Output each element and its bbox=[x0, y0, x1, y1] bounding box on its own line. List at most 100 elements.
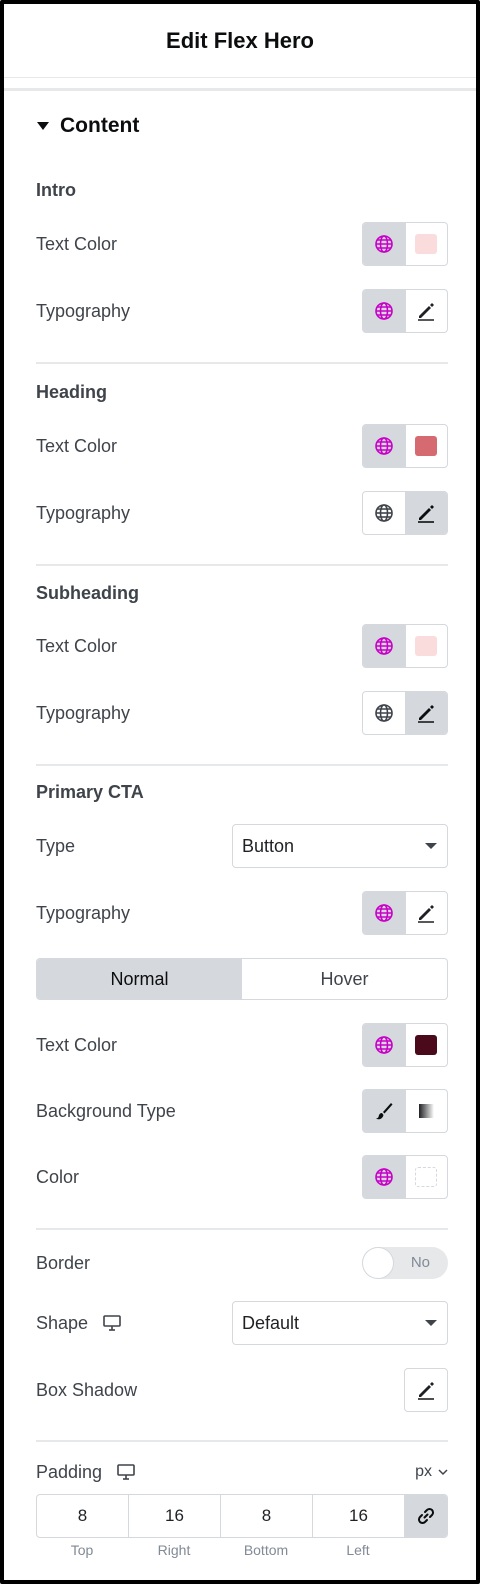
border-toggle[interactable]: No bbox=[362, 1247, 448, 1279]
cta-type-row: Type Button bbox=[36, 824, 448, 868]
padding-top-input[interactable]: 8 bbox=[37, 1495, 129, 1537]
subheading-typography-control bbox=[362, 691, 448, 735]
tab-hover[interactable]: Hover bbox=[242, 959, 447, 999]
intro-text-color-row: Text Color bbox=[36, 222, 448, 266]
unit-select[interactable]: px bbox=[415, 1463, 448, 1481]
intro-typography-control bbox=[362, 289, 448, 333]
cta-color-label: Color bbox=[36, 1166, 80, 1187]
intro-typography-row: Typography bbox=[36, 289, 448, 333]
color-swatch-button[interactable] bbox=[404, 1156, 448, 1198]
cta-typography-row: Typography bbox=[36, 891, 448, 935]
gradient-icon[interactable] bbox=[404, 1090, 448, 1132]
shape-label-group: Shape bbox=[36, 1313, 122, 1334]
padding-left-input[interactable]: 16 bbox=[313, 1495, 405, 1537]
globe-icon[interactable] bbox=[363, 425, 405, 467]
desktop-icon[interactable] bbox=[116, 1463, 136, 1481]
cta-color-row: Color bbox=[36, 1155, 448, 1199]
box-shadow-label: Box Shadow bbox=[36, 1379, 138, 1400]
cta-text-color-label: Text Color bbox=[36, 1034, 118, 1055]
globe-icon[interactable] bbox=[363, 892, 405, 934]
color-swatch bbox=[415, 234, 438, 254]
color-swatch-button[interactable] bbox=[404, 1024, 448, 1066]
globe-icon[interactable] bbox=[363, 1156, 405, 1198]
padding-label-group: Padding bbox=[36, 1462, 136, 1483]
heading-typography-label: Typography bbox=[36, 502, 131, 523]
heading-heading: Heading bbox=[36, 382, 108, 402]
color-swatch-button[interactable] bbox=[404, 425, 448, 467]
padding-row: Padding px bbox=[36, 1451, 448, 1493]
edit-pencil-icon[interactable] bbox=[404, 692, 447, 734]
background-type-row: Background Type bbox=[36, 1089, 448, 1133]
globe-icon[interactable] bbox=[363, 290, 405, 332]
chevron-down-icon bbox=[438, 1469, 448, 1476]
cta-text-color-control bbox=[362, 1023, 448, 1067]
shape-label: Shape bbox=[36, 1312, 89, 1333]
subheading-text-color-control bbox=[362, 624, 448, 668]
subheading-heading: Subheading bbox=[36, 583, 139, 603]
heading-text-color-label: Text Color bbox=[36, 435, 118, 456]
tab-normal[interactable]: Normal bbox=[37, 959, 242, 999]
cta-type-label: Type bbox=[36, 835, 76, 856]
primary-cta-heading: Primary CTA bbox=[36, 782, 144, 802]
cta-typography-control bbox=[362, 891, 448, 935]
intro-heading: Intro bbox=[36, 180, 76, 200]
intro-typography-label: Typography bbox=[36, 300, 131, 321]
heading-typography-control bbox=[362, 491, 448, 535]
panel-header: Edit Flex Hero bbox=[4, 4, 476, 78]
header-divider bbox=[4, 88, 476, 91]
padding-left-label: Left bbox=[346, 1542, 370, 1558]
edit-pencil-icon[interactable] bbox=[404, 892, 448, 934]
globe-icon[interactable] bbox=[363, 492, 405, 534]
shape-row: Shape Default bbox=[36, 1301, 448, 1345]
section-divider bbox=[36, 1440, 448, 1442]
globe-icon[interactable] bbox=[363, 1024, 405, 1066]
color-swatch-button[interactable] bbox=[404, 223, 448, 265]
padding-right-input[interactable]: 16 bbox=[129, 1495, 221, 1537]
section-divider bbox=[36, 564, 448, 566]
editor-panel: Edit Flex Hero Content Intro Text Color … bbox=[0, 0, 480, 1584]
link-icon[interactable] bbox=[405, 1495, 447, 1537]
dropdown-caret-icon bbox=[425, 843, 437, 849]
border-row: Border No bbox=[36, 1242, 448, 1284]
edit-pencil-icon[interactable] bbox=[404, 1368, 448, 1412]
subheading-text-color-label: Text Color bbox=[36, 635, 118, 656]
background-type-control bbox=[362, 1089, 448, 1133]
heading-text-color-control bbox=[362, 424, 448, 468]
content-section-toggle[interactable]: Content bbox=[36, 114, 139, 138]
caret-down-icon bbox=[37, 122, 49, 130]
padding-bottom-input[interactable]: 8 bbox=[221, 1495, 313, 1537]
heading-typography-row: Typography bbox=[36, 491, 448, 535]
unit-value: px bbox=[415, 1463, 432, 1480]
cta-typography-label: Typography bbox=[36, 902, 131, 923]
subheading-typography-row: Typography bbox=[36, 691, 448, 735]
desktop-icon[interactable] bbox=[102, 1314, 122, 1332]
cta-type-select[interactable]: Button bbox=[232, 824, 448, 868]
padding-right-label: Right bbox=[157, 1542, 191, 1558]
shape-select[interactable]: Default bbox=[232, 1301, 448, 1345]
state-tabs: Normal Hover bbox=[36, 958, 448, 1000]
content-section-title: Content bbox=[60, 114, 140, 137]
globe-icon[interactable] bbox=[363, 692, 405, 734]
brush-icon[interactable] bbox=[363, 1090, 405, 1132]
section-divider bbox=[36, 362, 448, 364]
globe-icon[interactable] bbox=[363, 625, 405, 667]
padding-side-labels: Top Right Bottom Left bbox=[36, 1542, 404, 1558]
border-label: Border bbox=[36, 1252, 91, 1273]
section-divider bbox=[36, 764, 448, 766]
color-swatch bbox=[415, 636, 438, 656]
cta-color-control bbox=[362, 1155, 448, 1199]
intro-text-color-control bbox=[362, 222, 448, 266]
padding-bottom-label: Bottom bbox=[243, 1542, 289, 1558]
globe-icon[interactable] bbox=[363, 223, 405, 265]
subheading-text-color-row: Text Color bbox=[36, 624, 448, 668]
edit-pencil-icon[interactable] bbox=[404, 492, 447, 534]
box-shadow-row: Box Shadow bbox=[36, 1368, 448, 1412]
background-type-label: Background Type bbox=[36, 1100, 176, 1121]
shape-value: Default bbox=[242, 1312, 300, 1333]
padding-top-label: Top bbox=[70, 1542, 94, 1558]
toggle-text: No bbox=[410, 1254, 430, 1271]
color-swatch-button[interactable] bbox=[404, 625, 448, 667]
cta-text-color-row: Text Color bbox=[36, 1023, 448, 1067]
edit-pencil-icon[interactable] bbox=[404, 290, 448, 332]
subheading-typography-label: Typography bbox=[36, 702, 131, 723]
